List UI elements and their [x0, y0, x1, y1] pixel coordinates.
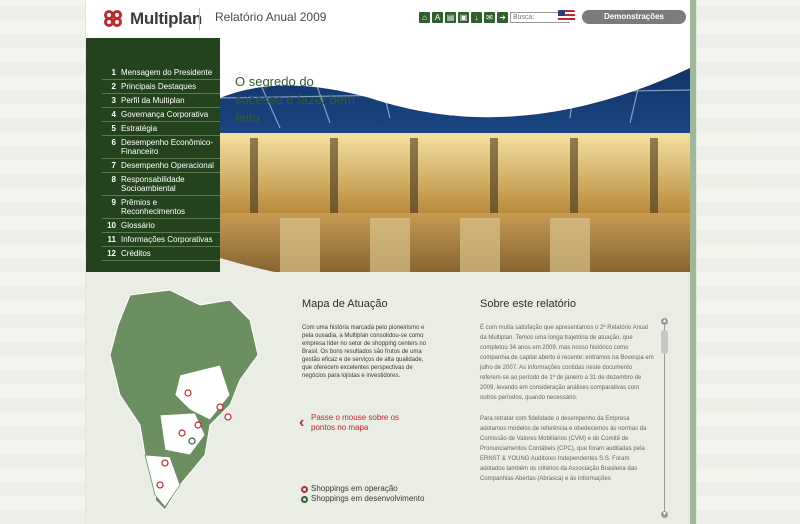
nav-item-label: Desempenho Econômico-Financeiro	[121, 138, 214, 156]
nav-list: 1 Mensagem do Presidente 2 Principais Desta…	[102, 66, 220, 261]
financial-statements-button[interactable]: Demonstrações Financeiras	[582, 10, 686, 35]
map-point[interactable]	[216, 403, 224, 411]
nav-item-label: Créditos	[121, 249, 151, 258]
nav-item[interactable]: 4 Governança Corporativa	[102, 108, 220, 122]
nav-item-number: 7	[111, 161, 116, 170]
header-divider	[199, 8, 200, 30]
map-point[interactable]	[188, 437, 196, 445]
nav-item-label: Responsabilidade Socioambiental	[121, 175, 185, 193]
nav-item-number: 12	[107, 249, 116, 258]
map-point[interactable]	[224, 413, 232, 421]
multiplan-logo[interactable]: Multiplan	[104, 9, 202, 29]
nav-item[interactable]: 9 Prêmios e Reconhecimentos	[102, 196, 220, 219]
chevron-left-icon: ‹	[299, 414, 305, 431]
brazil-map[interactable]	[110, 285, 260, 515]
legend-developing: Shoppings em desenvolvimento	[301, 494, 424, 504]
brand-name: Multiplan	[130, 9, 202, 28]
sidebar-nav: 1 Mensagem do Presidente 2 Principais Desta…	[86, 38, 220, 300]
nav-item-number: 10	[107, 221, 116, 230]
download-icon[interactable]: ↓	[471, 11, 482, 23]
report-title: Relatório Anual 2009	[215, 10, 327, 24]
nav-item-label: Principais Destaques	[121, 82, 197, 91]
scroll-up-icon[interactable]: ▲	[661, 318, 668, 325]
map-section-text: Com uma história marcada pelo pioneirism…	[302, 325, 427, 379]
nav-item[interactable]: 3 Perfil da Multiplan	[102, 94, 220, 108]
nav-item-label: Desempenho Operacional	[121, 161, 214, 170]
nav-item[interactable]: 10 Glossário	[102, 219, 220, 233]
map-point[interactable]	[161, 459, 169, 467]
legend-operating: Shoppings em operação	[301, 484, 424, 494]
nav-item[interactable]: 7 Desempenho Operacional	[102, 159, 220, 173]
email-icon[interactable]: ✉	[484, 11, 495, 23]
english-flag-icon[interactable]	[558, 10, 575, 22]
developing-marker-icon	[301, 495, 308, 503]
nav-item-label: Glossário	[121, 221, 155, 230]
scrollbar-thumb[interactable]	[661, 330, 668, 354]
save-icon[interactable]: ▣	[458, 11, 469, 23]
home-icon[interactable]: ⌂	[419, 11, 430, 23]
toolbar: ⌂ A ▤ ▣ ↓ ✉ ➜	[419, 10, 570, 24]
hero-tagline: O segredo do sucesso é fazer bem feito	[235, 74, 355, 125]
nav-item-number: 3	[111, 96, 116, 105]
nav-item-label: Prêmios e Reconhecimentos	[121, 198, 186, 216]
nav-item[interactable]: 11 Informações Corporativas	[102, 233, 220, 247]
nav-item[interactable]: 2 Principais Destaques	[102, 80, 220, 94]
nav-item-number: 6	[111, 138, 116, 147]
forward-icon[interactable]: ➜	[497, 11, 508, 23]
page-right-border	[690, 0, 696, 524]
text-size-icon[interactable]: A	[432, 11, 443, 23]
map-section-title: Mapa de Atuação	[302, 298, 388, 310]
map-hover-hint: ‹ Passe o mouse sobre os pontos no mapa	[299, 413, 421, 433]
nav-item[interactable]: 1 Mensagem do Presidente	[102, 66, 220, 80]
multiplan-logo-icon	[104, 10, 126, 28]
map-point[interactable]	[156, 481, 164, 489]
nav-item[interactable]: 6 Desempenho Econômico-Financeiro	[102, 136, 220, 159]
map-point[interactable]	[178, 429, 186, 437]
nav-item-number: 8	[111, 175, 116, 184]
nav-item-label: Estratégia	[121, 124, 158, 133]
hover-hint-text: Passe o mouse sobre os pontos no mapa	[311, 413, 400, 432]
operating-marker-icon	[301, 485, 308, 493]
nav-item-label: Governança Corporativa	[121, 110, 209, 119]
scroll-down-icon[interactable]: ▼	[661, 511, 668, 518]
nav-item[interactable]: 12 Créditos	[102, 247, 220, 261]
legend-developing-label: Shoppings em desenvolvimento	[311, 494, 425, 503]
map-point[interactable]	[184, 389, 192, 397]
legend-operating-label: Shoppings em operação	[311, 484, 398, 493]
nav-item-number: 9	[111, 198, 116, 207]
nav-item-number: 11	[107, 235, 116, 244]
nav-item-number: 2	[111, 82, 116, 91]
map-legend: Shoppings em operação Shoppings em desen…	[301, 484, 424, 504]
about-paragraph-1: É com muita satisfação que apresentamos …	[480, 325, 654, 401]
nav-item-number: 5	[111, 124, 116, 133]
nav-item-label: Mensagem do Presidente	[121, 68, 213, 77]
nav-item-number: 4	[111, 110, 116, 119]
nav-item-label: Perfil da Multiplan	[121, 96, 185, 105]
about-scrollbar[interactable]: ▲ ▼	[661, 318, 668, 518]
nav-item-label: Informações Corporativas	[121, 235, 213, 244]
about-paragraph-2: Para retratar com fidelidade o desempenh…	[480, 416, 647, 482]
about-section-text: É com muita satisfação que apresentamos …	[480, 323, 655, 495]
nav-item[interactable]: 8 Responsabilidade Socioambiental	[102, 173, 220, 196]
about-section-title: Sobre este relatório	[480, 298, 576, 310]
nav-item[interactable]: 5 Estratégia	[102, 122, 220, 136]
map-point[interactable]	[194, 421, 202, 429]
nav-item-number: 1	[111, 68, 116, 77]
print-icon[interactable]: ▤	[445, 11, 456, 23]
